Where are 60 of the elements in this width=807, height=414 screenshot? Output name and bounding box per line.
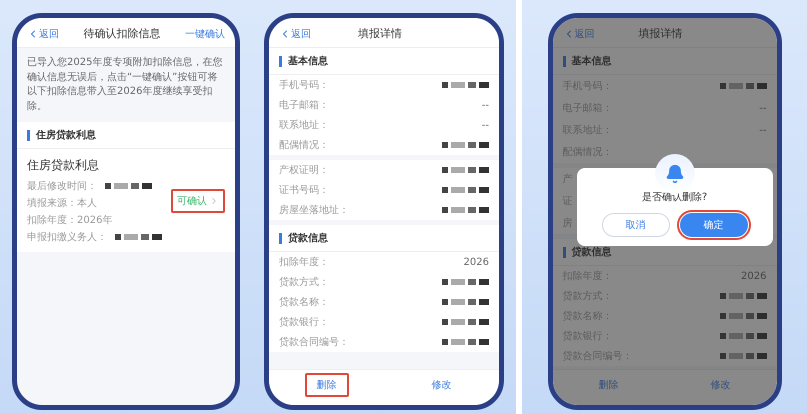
field-value: -- bbox=[759, 102, 766, 114]
field-label: 贷款银行： bbox=[279, 316, 329, 329]
back-link[interactable]: 返回 bbox=[27, 26, 59, 40]
field-label: 电子邮箱： bbox=[279, 98, 329, 112]
confirm-all-link[interactable]: 一键确认 bbox=[185, 26, 225, 40]
back-link[interactable]: 返回 bbox=[279, 26, 311, 40]
cancel-button[interactable]: 取消 bbox=[602, 213, 670, 237]
redacted-block bbox=[442, 207, 489, 213]
redacted-block bbox=[720, 83, 766, 89]
field-value: -- bbox=[482, 120, 489, 130]
page-title: 填报详情 bbox=[638, 26, 682, 41]
redacted-block bbox=[720, 293, 766, 299]
redacted-block bbox=[442, 299, 489, 305]
card-title: 住房贷款利息 bbox=[27, 157, 100, 174]
field-value: 2026 bbox=[741, 270, 766, 282]
field-label: 证书号码： bbox=[279, 184, 329, 197]
field-label: 手机号码： bbox=[279, 78, 329, 92]
redacted-block bbox=[442, 279, 489, 285]
field-label: 贷款方式： bbox=[279, 276, 329, 289]
redacted-block bbox=[115, 234, 162, 240]
field-value: -- bbox=[482, 100, 489, 110]
delete-button[interactable]: 删除 bbox=[304, 373, 348, 397]
deduction-card[interactable]: 住房贷款利息 最后修改时间： 填报来源：本人 扣除年度：2026年 申报扣缴义务人： 可确认 bbox=[17, 149, 235, 252]
edit-button[interactable]: 修改 bbox=[420, 373, 464, 397]
field-value: -- bbox=[759, 124, 766, 136]
bell-icon bbox=[664, 164, 684, 184]
page-title: 填报详情 bbox=[358, 26, 402, 41]
redacted-block bbox=[720, 333, 766, 339]
section-title: 贷款信息 bbox=[572, 246, 612, 259]
redacted-block bbox=[720, 313, 766, 319]
section-title: 基本信息 bbox=[288, 54, 328, 68]
section-title: 住房贷款利息 bbox=[36, 128, 96, 142]
field-label: 扣除年度： bbox=[279, 256, 329, 269]
field-label: 贷款合同编号： bbox=[279, 336, 349, 349]
field-value: 2026 bbox=[464, 256, 489, 268]
section-title: 贷款信息 bbox=[288, 232, 328, 245]
info-line: 申报扣缴义务人： bbox=[27, 230, 107, 244]
confirm-button[interactable]: 确定 bbox=[680, 213, 748, 237]
redacted-block bbox=[442, 187, 489, 193]
edit-button[interactable]: 修改 bbox=[698, 373, 742, 397]
field-label: 产权证明： bbox=[279, 164, 329, 177]
delete-button[interactable]: 删除 bbox=[586, 373, 630, 397]
confirm-status-button[interactable]: 可确认 bbox=[171, 188, 225, 212]
section-title: 基本信息 bbox=[572, 54, 612, 68]
redacted-block bbox=[442, 142, 489, 148]
info-line: 扣除年度：2026年 bbox=[27, 214, 112, 227]
redacted-block bbox=[720, 353, 766, 359]
redacted-block bbox=[105, 183, 152, 189]
redacted-block bbox=[442, 167, 489, 173]
info-line: 填报来源：本人 bbox=[27, 196, 97, 210]
redacted-block bbox=[442, 319, 489, 325]
field-label: 贷款名称： bbox=[279, 296, 329, 309]
info-line: 最后修改时间： bbox=[27, 180, 97, 193]
redacted-block bbox=[442, 82, 489, 88]
field-label: 联系地址： bbox=[279, 118, 329, 132]
back-link[interactable]: 返回 bbox=[562, 26, 594, 40]
field-label: 配偶情况： bbox=[279, 138, 329, 152]
field-label: 房屋坐落地址： bbox=[279, 204, 349, 217]
redacted-block bbox=[442, 339, 489, 345]
page-title: 待确认扣除信息 bbox=[84, 26, 160, 41]
